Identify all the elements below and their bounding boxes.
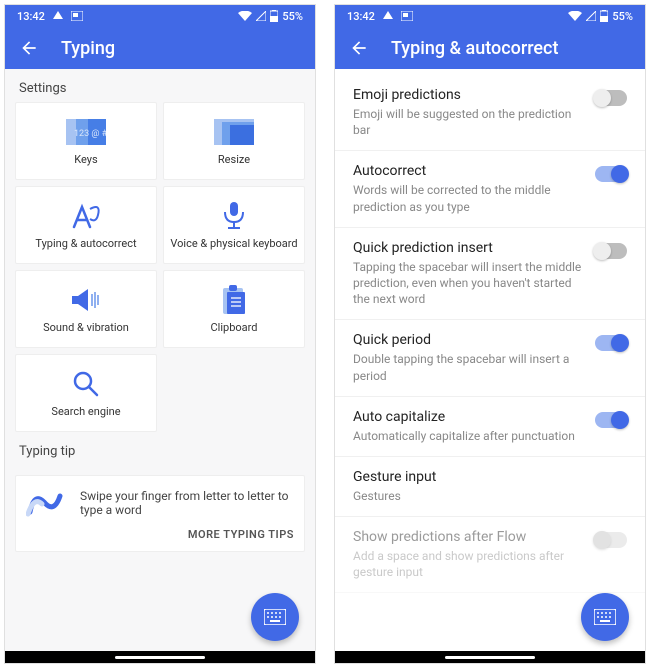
battery-text: 55% [282, 10, 303, 23]
item-subtitle: Add a space and show predictions after g… [353, 548, 585, 580]
back-button[interactable] [349, 38, 369, 58]
card-label: Voice & physical keyboard [170, 237, 297, 250]
status-icons-left [53, 11, 63, 21]
card-label: Keys [74, 153, 97, 166]
section-settings: Settings [5, 69, 315, 102]
card-label: Typing & autocorrect [35, 237, 136, 250]
item-subtitle: Words will be corrected to the middle pr… [353, 182, 585, 214]
toggle-auto-capitalize[interactable] [595, 412, 627, 428]
item-quick-period[interactable]: Quick period Double tapping the spacebar… [335, 320, 645, 396]
app-bar: Typing [5, 27, 315, 69]
status-icons-left [383, 11, 393, 21]
content-area: Emoji predictions Emoji will be suggeste… [335, 69, 645, 651]
toggle-show-predictions-after-flow [595, 532, 627, 548]
card-search-engine[interactable]: Search engine [15, 354, 157, 432]
card-voice-keyboard[interactable]: Voice & physical keyboard [163, 186, 305, 264]
status-time: 13:42 [347, 10, 375, 23]
card-label: Clipboard [211, 321, 258, 334]
page-title: Typing & autocorrect [391, 38, 558, 59]
settings-grid: 123 @ # Keys Resize Typing & autocorrect [5, 102, 315, 432]
android-navbar[interactable] [335, 651, 645, 663]
wifi-icon [238, 11, 252, 21]
status-screenshot-icon [401, 11, 413, 21]
status-screenshot-icon [71, 11, 83, 21]
microphone-icon [214, 201, 254, 231]
item-subtitle: Automatically capitalize after punctuati… [353, 428, 585, 444]
item-subtitle: Gestures [353, 488, 627, 504]
card-typing-autocorrect[interactable]: Typing & autocorrect [15, 186, 157, 264]
item-show-predictions-after-flow: Show predictions after Flow Add a space … [335, 517, 645, 593]
item-title: Auto capitalize [353, 409, 585, 425]
item-title: Autocorrect [353, 163, 585, 179]
item-title: Emoji predictions [353, 87, 585, 103]
battery-icon [600, 10, 608, 22]
keys-icon: 123 @ # [66, 117, 106, 147]
speaker-icon [66, 285, 106, 315]
toggle-quick-prediction-insert[interactable] [595, 243, 627, 259]
settings-list: Emoji predictions Emoji will be suggeste… [335, 69, 645, 599]
card-resize[interactable]: Resize [163, 102, 305, 180]
card-label: Resize [218, 153, 250, 166]
signal-icon [586, 11, 596, 21]
app-bar: Typing & autocorrect [335, 27, 645, 69]
item-title: Show predictions after Flow [353, 529, 585, 545]
signal-icon [256, 11, 266, 21]
battery-text: 55% [612, 10, 633, 23]
card-sound-vibration[interactable]: Sound & vibration [15, 270, 157, 348]
clipboard-icon [214, 285, 254, 315]
svg-text:123 @ #: 123 @ # [74, 129, 106, 139]
keyboard-fab[interactable] [581, 593, 629, 641]
tip-text: Swipe your finger from letter to letter … [80, 489, 294, 517]
status-time: 13:42 [17, 10, 45, 23]
item-subtitle: Emoji will be suggested on the predictio… [353, 106, 585, 138]
item-emoji-predictions[interactable]: Emoji predictions Emoji will be suggeste… [335, 75, 645, 151]
item-autocorrect[interactable]: Autocorrect Words will be corrected to t… [335, 151, 645, 227]
wifi-icon [568, 11, 582, 21]
item-quick-prediction-insert[interactable]: Quick prediction insert Tapping the spac… [335, 228, 645, 321]
phone-screen-typing: 13:42 55% Typing Settings [4, 4, 316, 664]
item-subtitle: Tapping the spacebar will insert the mid… [353, 259, 585, 308]
card-keys[interactable]: 123 @ # Keys [15, 102, 157, 180]
status-bar: 13:42 55% [5, 5, 315, 27]
item-title: Quick prediction insert [353, 240, 585, 256]
resize-icon [214, 117, 254, 147]
card-clipboard[interactable]: Clipboard [163, 270, 305, 348]
tip-card: Swipe your finger from letter to letter … [15, 475, 305, 552]
card-label: Search engine [51, 405, 120, 418]
battery-icon [270, 10, 278, 22]
item-subtitle: Double tapping the spacebar will insert … [353, 351, 585, 383]
android-navbar[interactable] [5, 651, 315, 663]
back-button[interactable] [19, 38, 39, 58]
more-tips-link[interactable]: MORE TYPING TIPS [26, 528, 294, 541]
item-gesture-input[interactable]: Gesture input Gestures [335, 457, 645, 517]
autocorrect-icon [66, 201, 106, 231]
swipe-icon [26, 486, 68, 520]
page-title: Typing [61, 38, 115, 59]
item-title: Gesture input [353, 469, 627, 485]
content-area: Settings 123 @ # Keys Resize Typing & au… [5, 69, 315, 651]
search-icon [66, 369, 106, 399]
toggle-emoji-predictions[interactable] [595, 90, 627, 106]
phone-screen-autocorrect: 13:42 55% Typing & autocorrect [334, 4, 646, 664]
status-bar: 13:42 55% [335, 5, 645, 27]
item-title: Quick period [353, 332, 585, 348]
section-typing-tip: Typing tip [5, 432, 315, 465]
card-label: Sound & vibration [43, 321, 129, 334]
item-auto-capitalize[interactable]: Auto capitalize Automatically capitalize… [335, 397, 645, 457]
keyboard-fab[interactable] [251, 593, 299, 641]
toggle-quick-period[interactable] [595, 335, 627, 351]
toggle-autocorrect[interactable] [595, 166, 627, 182]
